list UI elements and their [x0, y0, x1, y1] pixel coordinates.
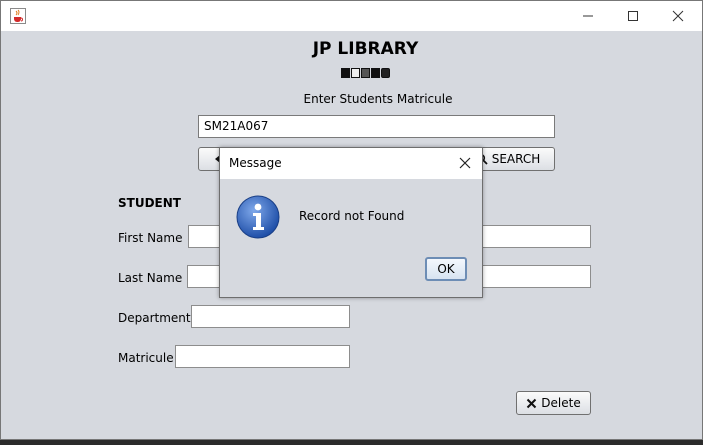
- delete-button[interactable]: Delete: [516, 391, 591, 415]
- minimize-icon[interactable]: [565, 1, 611, 31]
- matricule-search-input[interactable]: SM21A067: [198, 115, 555, 138]
- message-dialog: Message Record not Found OK: [219, 147, 483, 298]
- matricule-field[interactable]: [175, 345, 350, 368]
- department-field[interactable]: [191, 305, 350, 328]
- department-label: Department: [118, 311, 191, 325]
- taskbar-edge: [0, 440, 703, 445]
- student-section-title: STUDENT: [118, 196, 181, 210]
- dialog-close-icon[interactable]: [456, 154, 474, 172]
- matricule-label: Matricule: [118, 351, 174, 365]
- page-title: JP LIBRARY: [312, 39, 419, 59]
- x-icon: [527, 398, 537, 408]
- search-button-label: SEARCH: [491, 152, 541, 166]
- close-icon[interactable]: [655, 1, 701, 31]
- information-icon: [235, 194, 281, 240]
- java-cup-icon: [10, 8, 26, 24]
- dialog-message: Record not Found: [299, 209, 405, 223]
- dialog-title: Message: [229, 156, 282, 170]
- app-window: JP LIBRARY Enter Students Matricule SM21…: [0, 0, 703, 440]
- window-titlebar[interactable]: [1, 1, 702, 31]
- matricule-prompt: Enter Students Matricule: [303, 92, 453, 106]
- decorative-glyphs-icon: [341, 68, 401, 79]
- ok-button[interactable]: OK: [425, 257, 467, 281]
- dialog-titlebar[interactable]: Message: [220, 148, 482, 179]
- delete-button-label: Delete: [541, 396, 581, 410]
- first-name-label: First Name: [118, 231, 183, 245]
- last-name-label: Last Name: [118, 271, 183, 285]
- maximize-icon[interactable]: [610, 1, 656, 31]
